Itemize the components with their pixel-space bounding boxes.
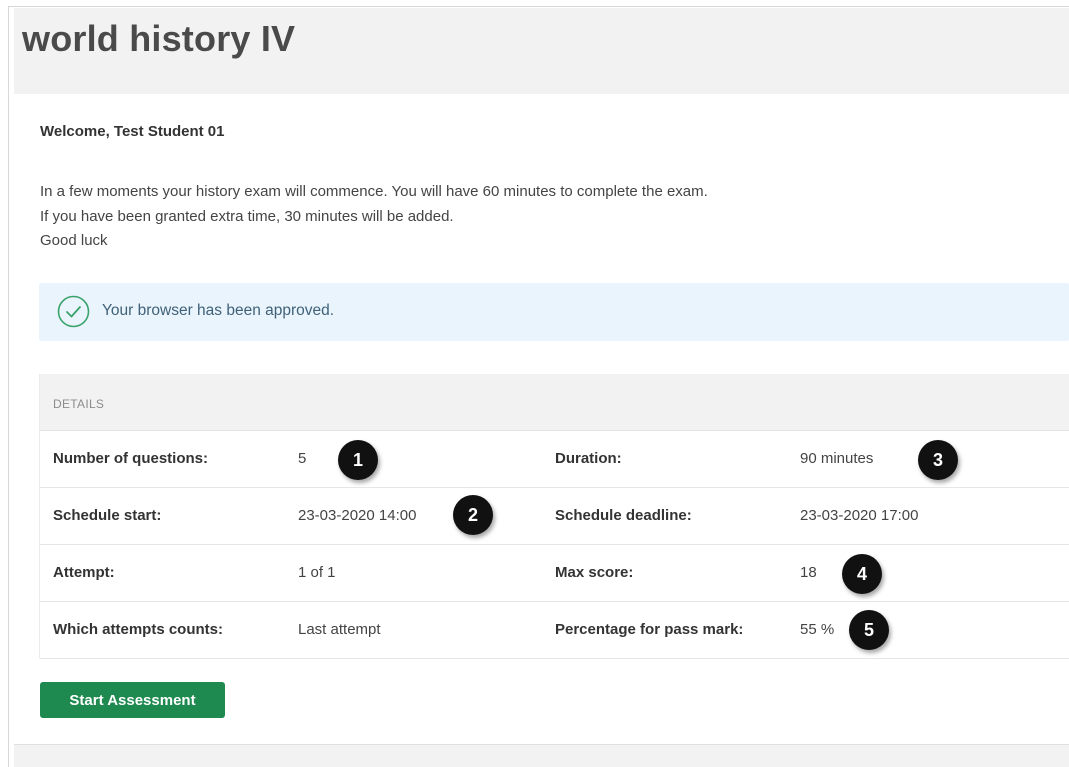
table-row: Schedule start: 23-03-2020 14:00 Schedul… [40,488,1069,545]
intro-line: In a few moments your history exam will … [40,183,708,200]
title-bar: world history IV [14,8,1069,94]
detail-label: Which attempts counts: [53,621,224,638]
detail-label: Max score: [555,564,634,581]
callout-badge-3: 3 [915,437,961,483]
table-row: Number of questions: 5 Duration: 90 minu… [40,431,1069,488]
detail-value: 55 % [800,621,835,638]
detail-value: 90 minutes [800,450,874,467]
detail-label: Schedule deadline: [555,507,692,524]
callout-badge-1: 1 [335,437,381,483]
details-heading: DETAILS [53,397,105,411]
intro-text: In a few moments your history exam will … [40,180,708,254]
detail-value: 5 [298,450,307,467]
detail-label: Percentage for pass mark: [555,621,744,638]
alert-message: Your browser has been approved. [102,302,335,319]
detail-value: 1 of 1 [298,564,336,581]
table-row: Attempt: 1 of 1 Max score: 18 [40,545,1069,602]
detail-value: 23-03-2020 17:00 [800,507,919,524]
detail-value: Last attempt [298,621,381,638]
detail-label: Number of questions: [53,450,209,467]
intro-line: Good luck [40,232,108,249]
detail-value: 18 [800,564,817,581]
page-title: world history IV [22,18,296,59]
intro-line: If you have been granted extra time, 30 … [40,207,454,225]
start-assessment-button[interactable]: Start Assessment [40,682,225,718]
check-circle-icon [57,295,90,328]
callout-badge-4: 4 [839,551,885,597]
detail-value: 23-03-2020 14:00 [298,507,417,524]
callout-badge-5: 5 [846,607,892,653]
detail-label: Schedule start: [53,507,162,524]
callout-badge-2: 2 [450,492,496,538]
detail-label: Duration: [555,450,622,467]
details-header: DETAILS [40,374,1069,431]
browser-approved-alert: Your browser has been approved. [39,283,1069,341]
details-table: DETAILS Number of questions: 5 Duration:… [39,374,1069,659]
detail-label: Attempt: [53,564,115,581]
welcome-heading: Welcome, Test Student 01 [40,123,225,140]
table-row: Which attempts counts: Last attempt Perc… [40,602,1069,659]
footer-bar [14,744,1069,767]
